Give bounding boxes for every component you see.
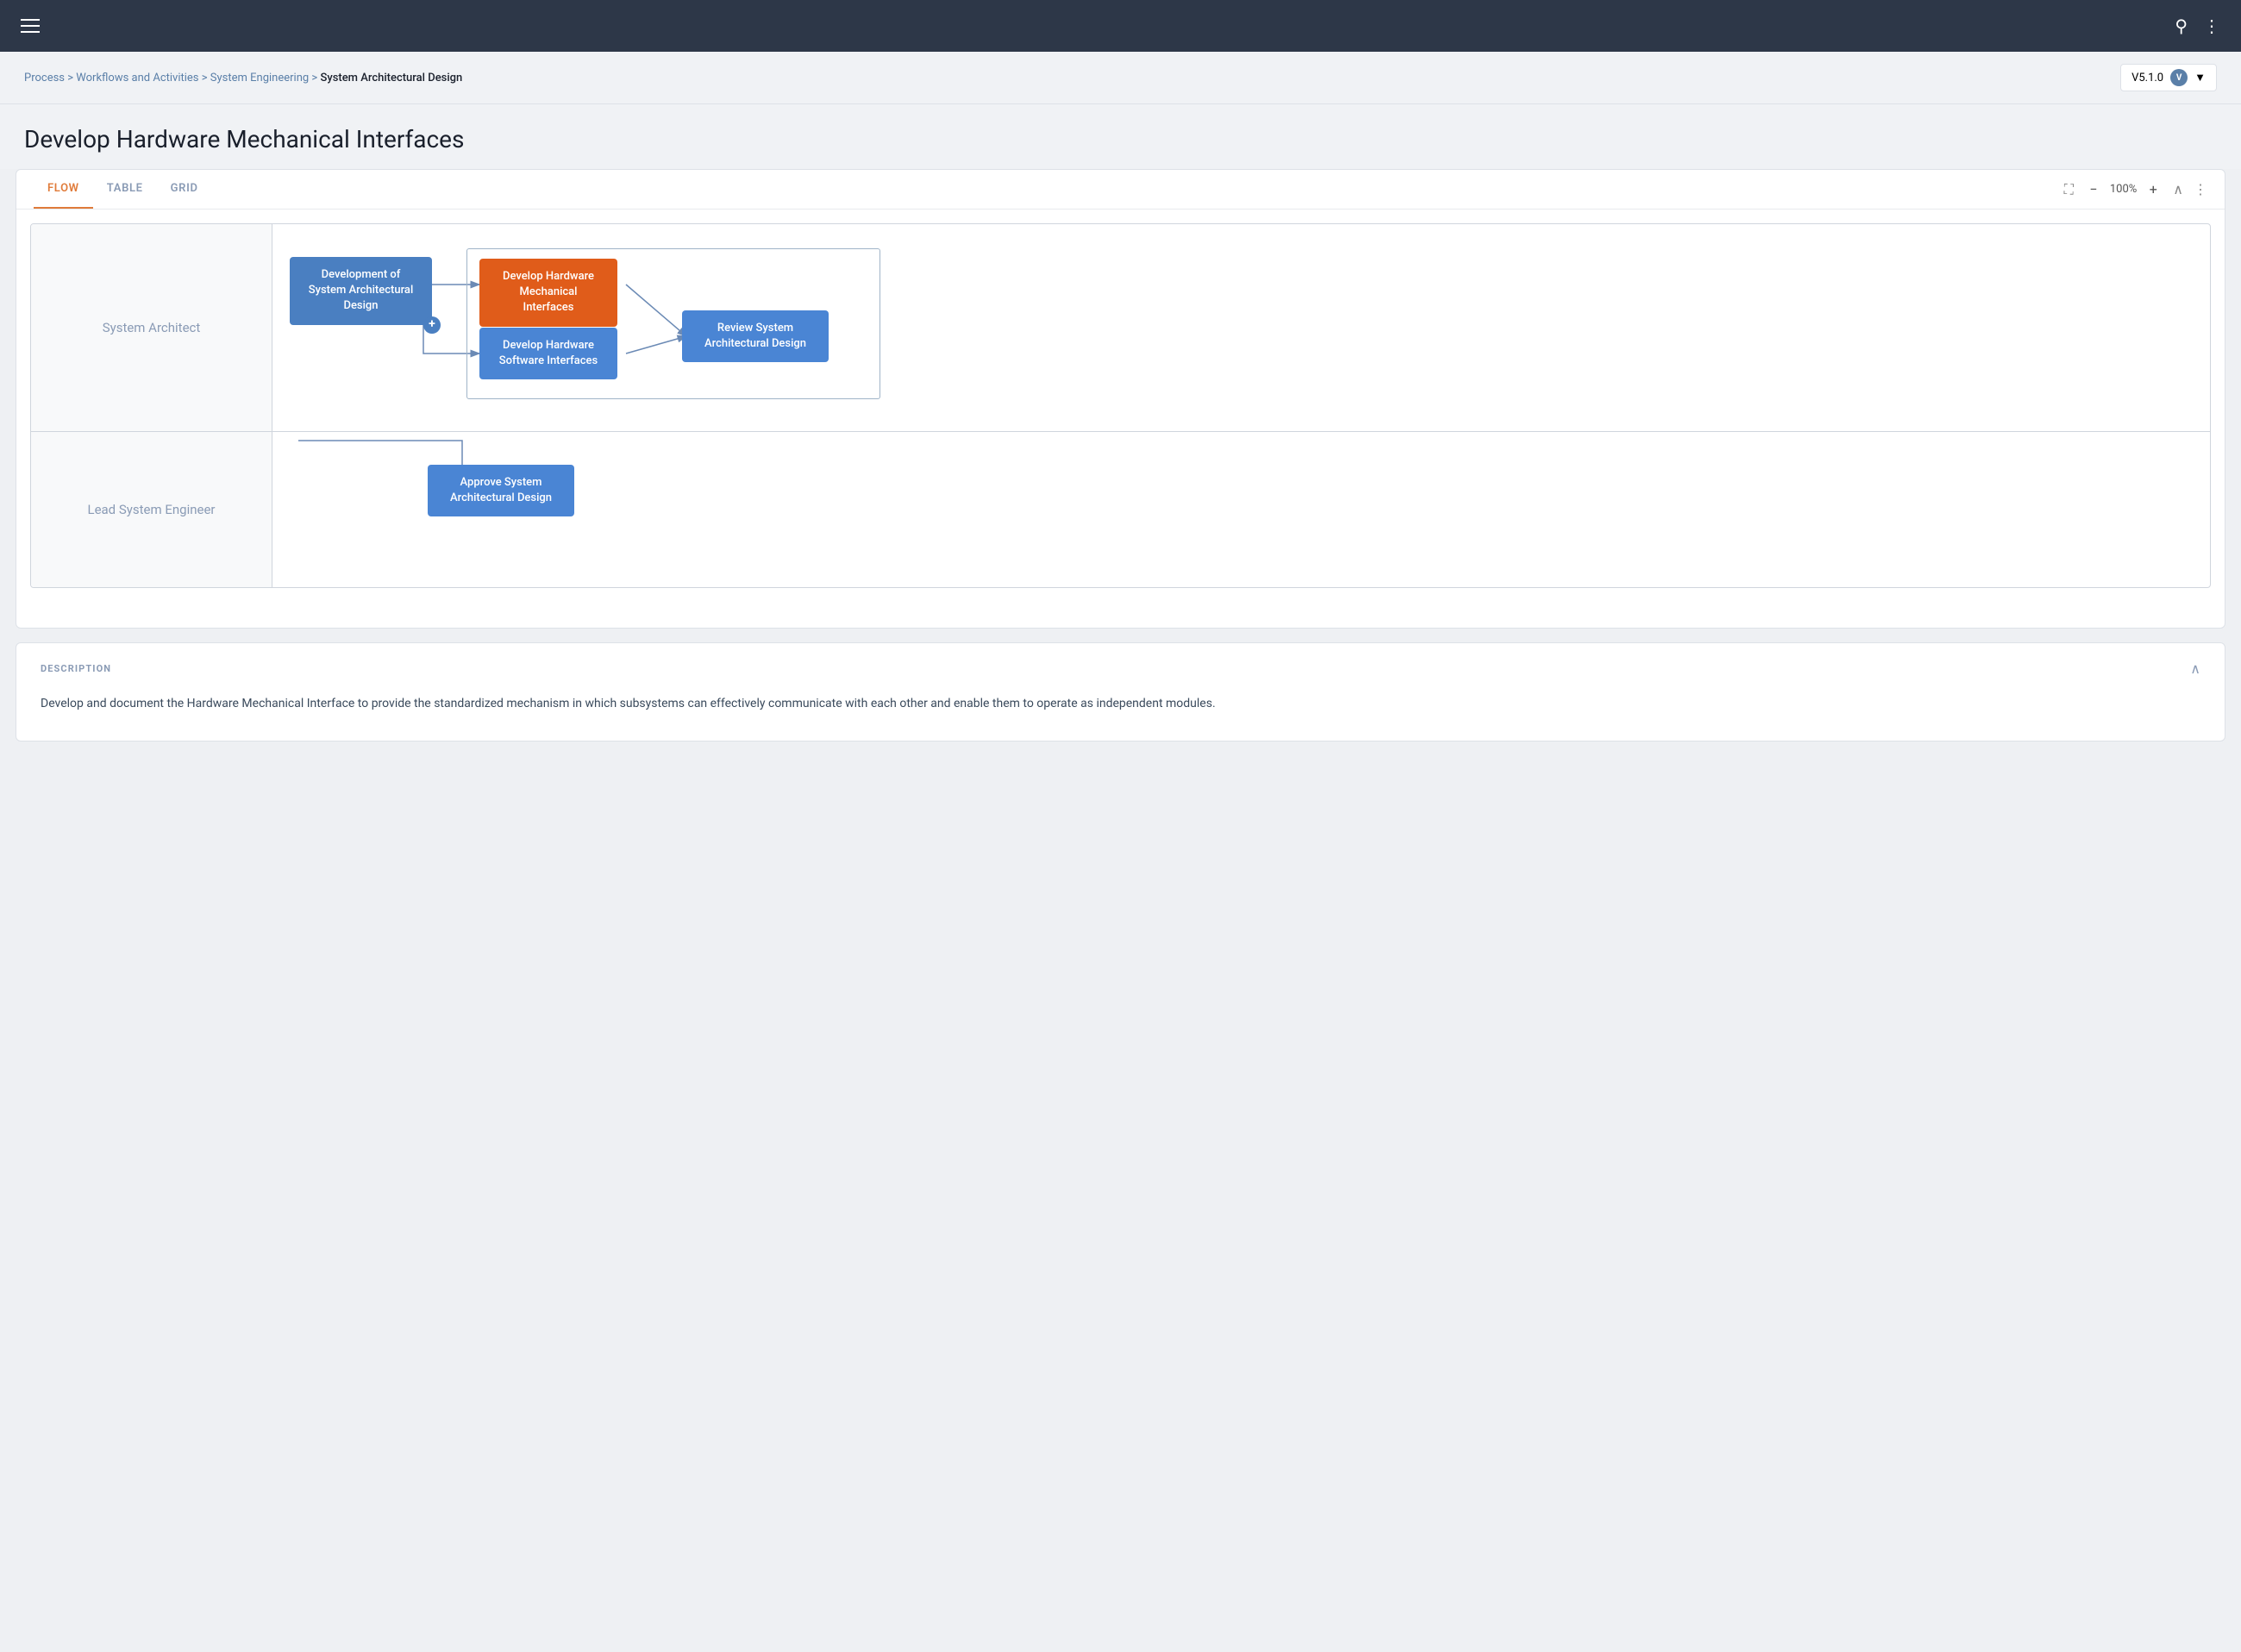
flow-more-icon[interactable]: ⋮ (2194, 181, 2207, 197)
description-title: DESCRIPTION (41, 663, 111, 674)
tabs-left: FLOW TABLE GRID (34, 170, 212, 209)
swim-lane-lead-system-engineer: Lead System Engineer (31, 432, 2210, 587)
zoom-out-button[interactable]: − (2084, 180, 2103, 199)
topnav-right: ⚲ ⋮ (2175, 16, 2220, 36)
hamburger-menu-icon[interactable] (21, 19, 40, 33)
collapse-icon[interactable]: ∧ (2173, 181, 2183, 197)
zoom-level: 100% (2110, 183, 2137, 196)
search-icon[interactable]: ⚲ (2175, 16, 2188, 36)
tab-flow[interactable]: FLOW (34, 170, 93, 209)
expand-icon[interactable]: ⛶ (2064, 181, 2074, 198)
zoom-in-button[interactable]: + (2144, 180, 2163, 199)
breadcrumb-workflows[interactable]: Workflows and Activities (76, 72, 198, 84)
breadcrumb-current: System Architectural Design (320, 72, 462, 84)
breadcrumb-system-engineering[interactable]: System Engineering (210, 72, 309, 84)
swim-lane-container: System Architect (30, 223, 2211, 588)
version-selector[interactable]: V5.1.0 V ▼ (2120, 64, 2217, 91)
lane-label-system-architect: System Architect (103, 320, 201, 335)
version-badge: V (2170, 69, 2188, 86)
lane-label-col-1: System Architect (31, 224, 272, 431)
version-label: V5.1.0 (2131, 72, 2163, 84)
description-header: DESCRIPTION ∧ (41, 660, 2200, 677)
breadcrumb-process[interactable]: Process (24, 72, 65, 84)
lane-label-col-2: Lead System Engineer (31, 432, 272, 587)
node-add-icon[interactable]: + (423, 316, 441, 334)
lane-content-1: Development of System Architectural Desi… (272, 224, 2210, 431)
more-vertical-icon[interactable]: ⋮ (2203, 16, 2220, 36)
node-develop-hw-mechanical[interactable]: Develop Hardware Mechanical Interfaces (479, 259, 617, 327)
lane-label-lead-system-engineer: Lead System Engineer (87, 502, 215, 517)
tabs-right: ⛶ − 100% + ∧ ⋮ (2064, 180, 2207, 199)
topnav-left (21, 19, 40, 33)
node-approve-system-arch[interactable]: Approve System Architectural Design (428, 465, 574, 516)
flow-card: FLOW TABLE GRID ⛶ − 100% + ∧ ⋮ (16, 169, 2225, 629)
description-card: DESCRIPTION ∧ Develop and document the H… (16, 642, 2225, 742)
page-title: Develop Hardware Mechanical Interfaces (24, 125, 2217, 153)
description-text: Develop and document the Hardware Mechan… (41, 694, 2200, 715)
tab-grid[interactable]: GRID (157, 170, 212, 209)
page-title-area: Develop Hardware Mechanical Interfaces (0, 104, 2241, 169)
tab-table[interactable]: TABLE (93, 170, 157, 209)
description-collapse-icon[interactable]: ∧ (2190, 660, 2200, 677)
tabs-bar: FLOW TABLE GRID ⛶ − 100% + ∧ ⋮ (16, 170, 2225, 210)
chevron-down-icon: ▼ (2194, 71, 2206, 84)
breadcrumb: Process > Workflows and Activities > Sys… (24, 72, 462, 84)
flow-diagram: System Architect (16, 210, 2225, 602)
node-development-system-arch[interactable]: Development of System Architectural Desi… (290, 257, 432, 325)
node-review-system-arch[interactable]: Review System Architectural Design (682, 310, 829, 362)
zoom-control: − 100% + (2084, 180, 2163, 199)
breadcrumb-bar: Process > Workflows and Activities > Sys… (0, 52, 2241, 104)
lane-content-2: Approve System Architectural Design (272, 432, 2210, 587)
main-content: FLOW TABLE GRID ⛶ − 100% + ∧ ⋮ (0, 169, 2241, 757)
swim-lane-system-architect: System Architect (31, 224, 2210, 432)
flow-bottom-spacer (16, 602, 2225, 628)
node-develop-hw-software[interactable]: Develop Hardware Software Interfaces (479, 328, 617, 379)
top-navigation: ⚲ ⋮ (0, 0, 2241, 52)
